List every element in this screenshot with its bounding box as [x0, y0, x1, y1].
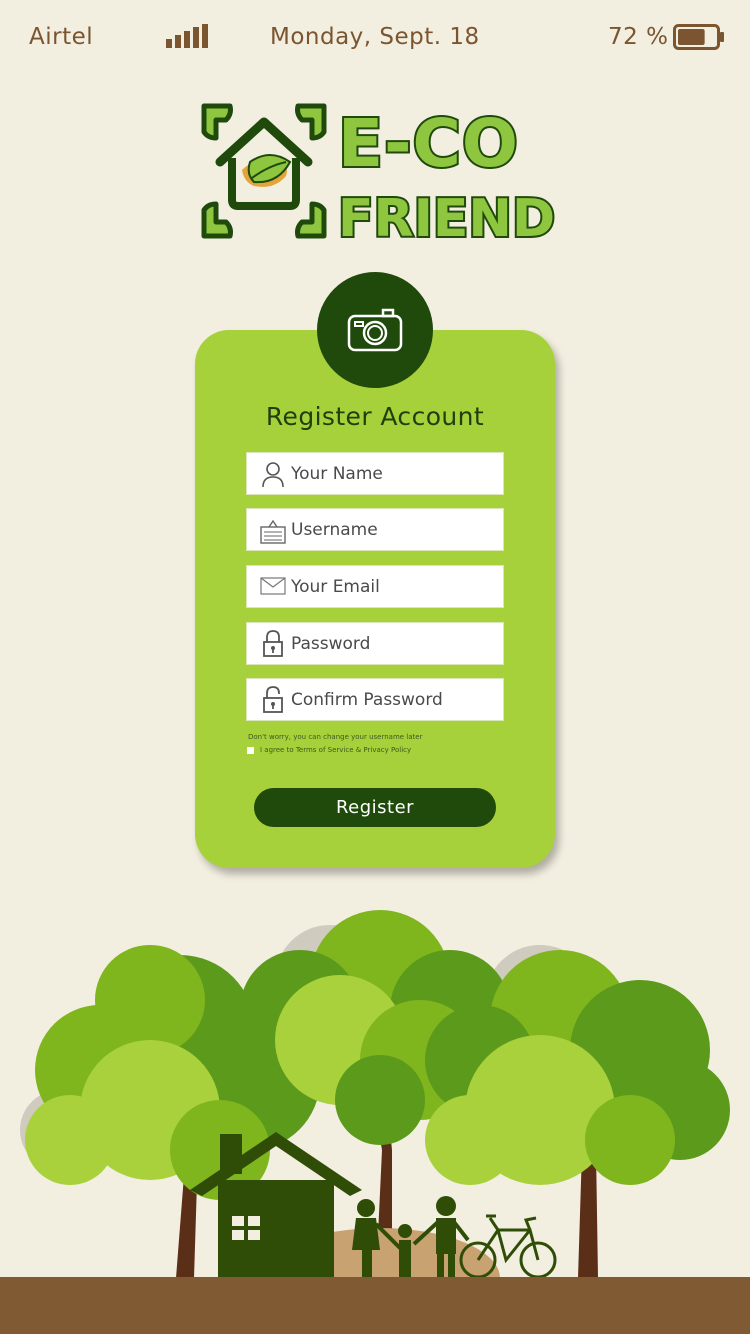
password-field[interactable] [246, 622, 504, 665]
camera-icon [347, 308, 403, 352]
eco-friend-logo: E-CO FRIEND [198, 100, 562, 242]
confirm-password-field[interactable] [246, 678, 504, 721]
register-button[interactable]: Register [254, 788, 496, 827]
person-icon [262, 462, 284, 488]
email-input[interactable] [291, 566, 499, 607]
username-input[interactable] [291, 509, 499, 550]
username-field[interactable] [246, 508, 504, 551]
unlock-icon [263, 686, 283, 713]
username-hint: Don't worry, you can change your usernam… [248, 733, 423, 741]
signal-strength-icon [166, 24, 208, 48]
house-leaf-logo-icon [201, 103, 327, 239]
logo-wordmark: E-CO FRIEND [336, 103, 557, 242]
battery-percent: 72 % [608, 24, 669, 50]
eco-landscape-illustration [0, 910, 750, 1334]
carrier-name: Airtel [29, 24, 94, 50]
password-input[interactable] [291, 623, 499, 664]
confirm-password-input[interactable] [291, 679, 499, 720]
terms-checkbox[interactable] [247, 746, 254, 754]
name-input[interactable] [291, 453, 499, 494]
envelope-icon [260, 577, 286, 595]
id-card-icon [260, 519, 286, 544]
name-field[interactable] [246, 452, 504, 495]
email-field[interactable] [246, 565, 504, 608]
profile-photo-button[interactable] [317, 272, 433, 388]
terms-agreement[interactable]: I agree to Terms of Service & Privacy Po… [247, 746, 411, 754]
lock-icon [263, 630, 283, 657]
status-bar: Airtel Monday, Sept. 18 72 % [0, 0, 750, 76]
form-title: Register Account [265, 402, 485, 431]
battery-icon [673, 24, 724, 50]
ground [0, 1277, 750, 1334]
terms-label: I agree to Terms of Service & Privacy Po… [260, 746, 412, 754]
status-date: Monday, Sept. 18 [270, 24, 480, 50]
svg-text:E-CO: E-CO [338, 105, 519, 182]
svg-text:FRIEND: FRIEND [338, 189, 555, 242]
